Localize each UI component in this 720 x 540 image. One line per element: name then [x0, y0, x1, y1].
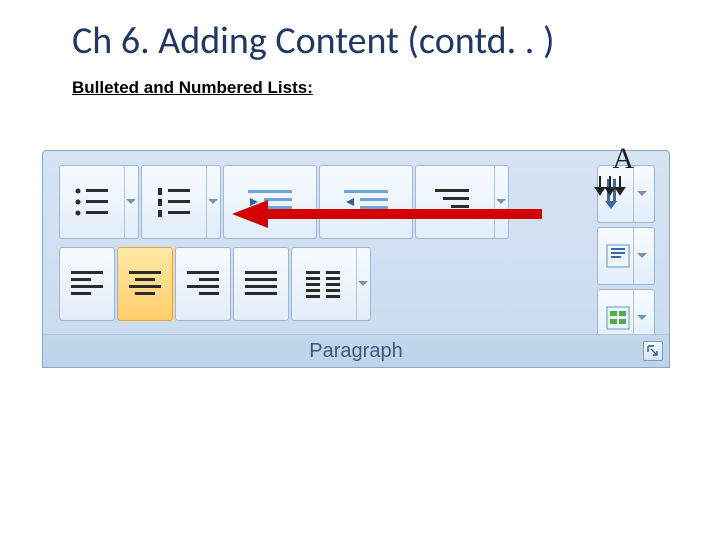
multilevel-list-icon [429, 184, 481, 220]
justify-icon [243, 266, 279, 302]
columns-button[interactable] [291, 247, 371, 321]
sort-arrows-overlay [594, 176, 632, 196]
list-buttons-row [59, 165, 509, 239]
align-left-button[interactable] [59, 247, 115, 321]
numbering-dropdown[interactable] [206, 166, 220, 238]
align-center-button[interactable] [117, 247, 173, 321]
align-right-icon [185, 266, 221, 302]
align-right-button[interactable] [175, 247, 231, 321]
numbering-button[interactable] [141, 165, 221, 239]
group-label: Paragraph [43, 334, 669, 367]
chevron-down-icon [637, 315, 647, 321]
bullets-button[interactable] [59, 165, 139, 239]
dialog-launcher-icon [647, 345, 659, 357]
increase-indent-icon [340, 184, 392, 220]
align-text-dropdown[interactable] [633, 228, 650, 284]
align-text-button[interactable] [597, 227, 655, 285]
align-left-icon [69, 266, 105, 302]
justify-button[interactable] [233, 247, 289, 321]
numbering-icon [154, 184, 194, 220]
dialog-launcher-button[interactable] [643, 341, 663, 361]
alignment-row [59, 247, 371, 321]
paragraph-group: Paragraph [42, 150, 670, 368]
decrease-indent-button[interactable] [223, 165, 317, 239]
subtitle: Bulleted and Numbered Lists: [0, 74, 720, 108]
multilevel-list-button[interactable] [415, 165, 509, 239]
chevron-down-icon [126, 199, 136, 205]
decrease-indent-icon [244, 184, 296, 220]
bullets-dropdown[interactable] [124, 166, 138, 238]
multilevel-dropdown[interactable] [494, 166, 508, 238]
columns-icon [304, 266, 344, 302]
text-direction-dropdown[interactable] [633, 166, 650, 222]
page-title: Ch 6. Adding Content (contd. . ) [0, 0, 720, 74]
chevron-down-icon [637, 191, 647, 197]
align-center-icon [127, 266, 163, 302]
chevron-down-icon [358, 281, 368, 287]
bullets-icon [72, 184, 112, 220]
chevron-down-icon [637, 253, 647, 259]
convert-to-smartart-icon [603, 301, 633, 335]
chevron-down-icon [208, 199, 218, 205]
columns-dropdown[interactable] [356, 248, 370, 320]
chevron-down-icon [496, 199, 506, 205]
align-text-icon [603, 239, 633, 273]
increase-indent-button[interactable] [319, 165, 413, 239]
